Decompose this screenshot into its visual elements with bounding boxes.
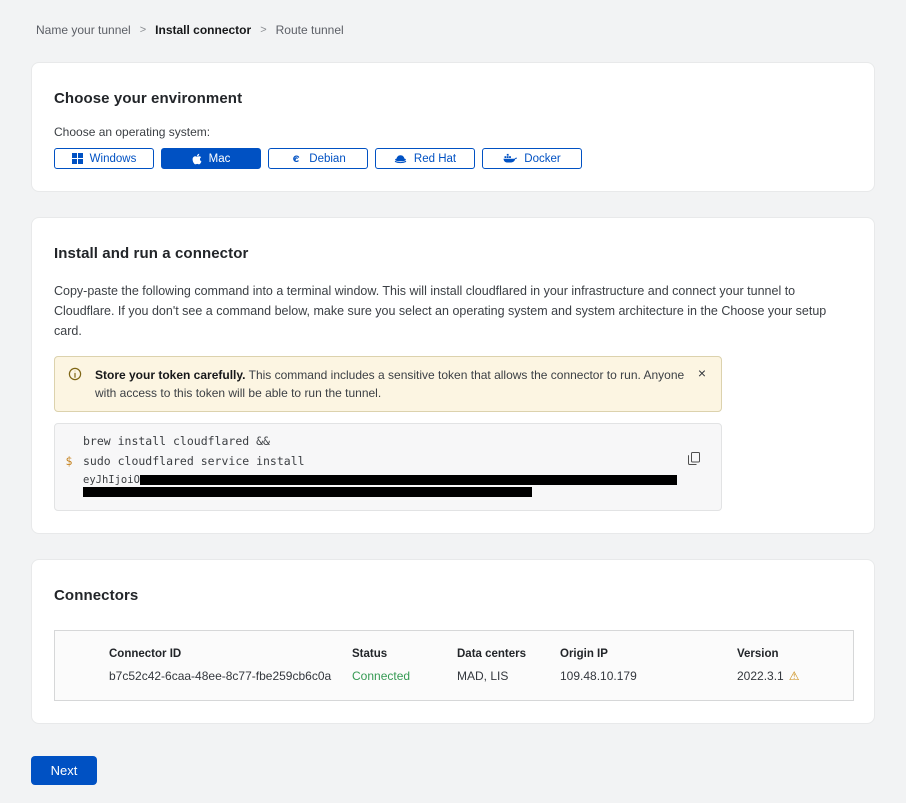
copy-icon [688, 453, 700, 468]
connectors-card-title: Connectors [54, 587, 852, 604]
os-button-debian[interactable]: Debian [268, 148, 368, 169]
install-card-title: Install and run a connector [54, 245, 852, 262]
os-button-mac[interactable]: Mac [161, 148, 261, 169]
breadcrumb-name-your-tunnel[interactable]: Name your tunnel [36, 23, 131, 37]
column-header-version: Version [737, 648, 837, 660]
os-button-label: Docker [524, 153, 560, 165]
install-description: Copy-paste the following command into a … [54, 281, 852, 341]
os-button-docker[interactable]: Docker [482, 148, 582, 169]
environment-card-title: Choose your environment [54, 90, 852, 107]
connectors-card: Connectors Connector ID Status Data cent… [31, 559, 875, 724]
column-header-data-centers: Data centers [457, 648, 560, 660]
breadcrumb-route-tunnel[interactable]: Route tunnel [276, 23, 344, 37]
connector-id-cell: b7c52c42-6caa-48ee-8c77-fbe259cb6c0a [109, 669, 352, 683]
column-header-connector-id: Connector ID [109, 648, 352, 660]
environment-card: Choose your environment Choose an operat… [31, 62, 875, 192]
connectors-table: Connector ID Status Data centers Origin … [54, 630, 854, 701]
column-header-status: Status [352, 648, 457, 660]
table-header-row: Connector ID Status Data centers Origin … [55, 631, 853, 667]
code-line: $ sudo cloudflared service install [55, 454, 677, 474]
os-button-redhat[interactable]: Red Hat [375, 148, 475, 169]
breadcrumb: Name your tunnel > Install connector > R… [0, 0, 906, 37]
os-select-label: Choose an operating system: [54, 125, 852, 139]
command-line-1: brew install cloudflared && [83, 434, 270, 448]
token-prefix: eyJhIjoiO [83, 475, 140, 486]
info-icon [68, 367, 82, 386]
close-icon[interactable]: × [690, 362, 714, 384]
data-centers-cell: MAD, LIS [457, 669, 560, 683]
breadcrumb-separator: > [260, 24, 266, 36]
os-button-label: Mac [209, 153, 231, 165]
docker-icon [503, 153, 517, 164]
version-value: 2022.3.1 [737, 669, 784, 683]
redacted-token-bar [83, 487, 532, 497]
os-button-group: Windows Mac Debian Red Hat Docker [54, 148, 852, 169]
token-warning-alert: Store your token carefully. This command… [54, 356, 722, 412]
warning-icon: ⚠ [789, 669, 800, 683]
code-line: eyJhIjoiO [55, 474, 677, 486]
origin-ip-cell: 109.48.10.179 [560, 669, 737, 683]
redacted-token-bar [140, 475, 677, 485]
breadcrumb-separator: > [140, 24, 146, 36]
copy-button[interactable] [684, 448, 704, 472]
table-row: b7c52c42-6caa-48ee-8c77-fbe259cb6c0a Con… [55, 667, 853, 700]
os-button-label: Debian [309, 153, 345, 165]
os-button-label: Windows [90, 153, 137, 165]
debian-icon [290, 153, 302, 165]
os-button-label: Red Hat [414, 153, 456, 165]
windows-icon [72, 153, 83, 164]
command-terminal-block: brew install cloudflared && $ sudo cloud… [54, 423, 722, 511]
next-button[interactable]: Next [31, 756, 97, 785]
version-cell: 2022.3.1 ⚠ [737, 669, 837, 683]
breadcrumb-install-connector[interactable]: Install connector [155, 23, 251, 37]
os-button-windows[interactable]: Windows [54, 148, 154, 169]
code-line [55, 486, 677, 498]
command-line-2: sudo cloudflared service install [83, 454, 305, 468]
code-line: brew install cloudflared && [55, 434, 677, 454]
alert-title: Store your token carefully. [95, 368, 246, 382]
install-card: Install and run a connector Copy-paste t… [31, 217, 875, 534]
redhat-icon [394, 154, 407, 164]
shell-prompt: $ [55, 454, 83, 468]
column-header-origin-ip: Origin IP [560, 648, 737, 660]
status-badge: Connected [352, 669, 457, 683]
apple-icon [192, 153, 202, 165]
